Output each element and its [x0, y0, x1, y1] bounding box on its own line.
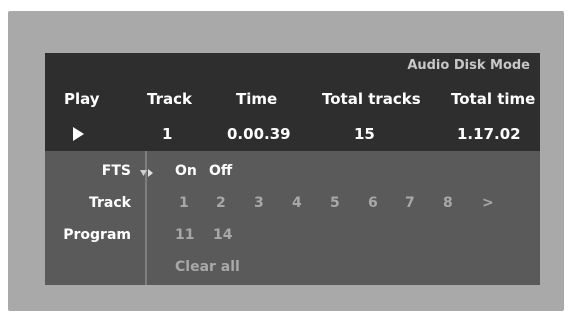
header-track: Track — [147, 90, 192, 108]
program-label: Program — [63, 227, 131, 243]
value-total-tracks: 15 — [354, 125, 375, 143]
fts-off-option[interactable]: Off — [209, 163, 232, 179]
fts-on-option[interactable]: On — [175, 163, 197, 179]
program-item-1[interactable]: 11 — [175, 227, 194, 243]
track-label: Track — [89, 195, 131, 211]
mode-label: Audio Disk Mode — [407, 58, 530, 73]
audio-disk-panel: Audio Disk Mode Play Track Time Total tr… — [45, 53, 540, 285]
value-total-time: 1.17.02 — [457, 125, 521, 143]
track-number-2[interactable]: 2 — [216, 195, 226, 211]
track-number-6[interactable]: 6 — [368, 195, 378, 211]
clear-all-button[interactable]: Clear all — [175, 259, 240, 275]
value-time: 0.00.39 — [227, 125, 291, 143]
track-number-4[interactable]: 4 — [292, 195, 302, 211]
header-play: Play — [64, 90, 100, 108]
header-total-tracks: Total tracks — [322, 90, 421, 108]
header-time: Time — [236, 90, 278, 108]
track-number-7[interactable]: 7 — [405, 195, 415, 211]
track-next-arrow[interactable]: > — [482, 195, 494, 211]
track-number-3[interactable]: 3 — [254, 195, 264, 211]
header-total-time: Total time — [451, 90, 536, 108]
play-icon — [73, 127, 84, 141]
track-number-1[interactable]: 1 — [179, 195, 189, 211]
program-item-2[interactable]: 14 — [213, 227, 232, 243]
status-bar: Audio Disk Mode Play Track Time Total tr… — [45, 53, 540, 151]
fts-label: FTS — [101, 163, 131, 179]
value-track: 1 — [162, 125, 173, 143]
track-number-5[interactable]: 5 — [330, 195, 340, 211]
track-number-8[interactable]: 8 — [443, 195, 453, 211]
cursor-arrow-icon — [140, 169, 153, 177]
